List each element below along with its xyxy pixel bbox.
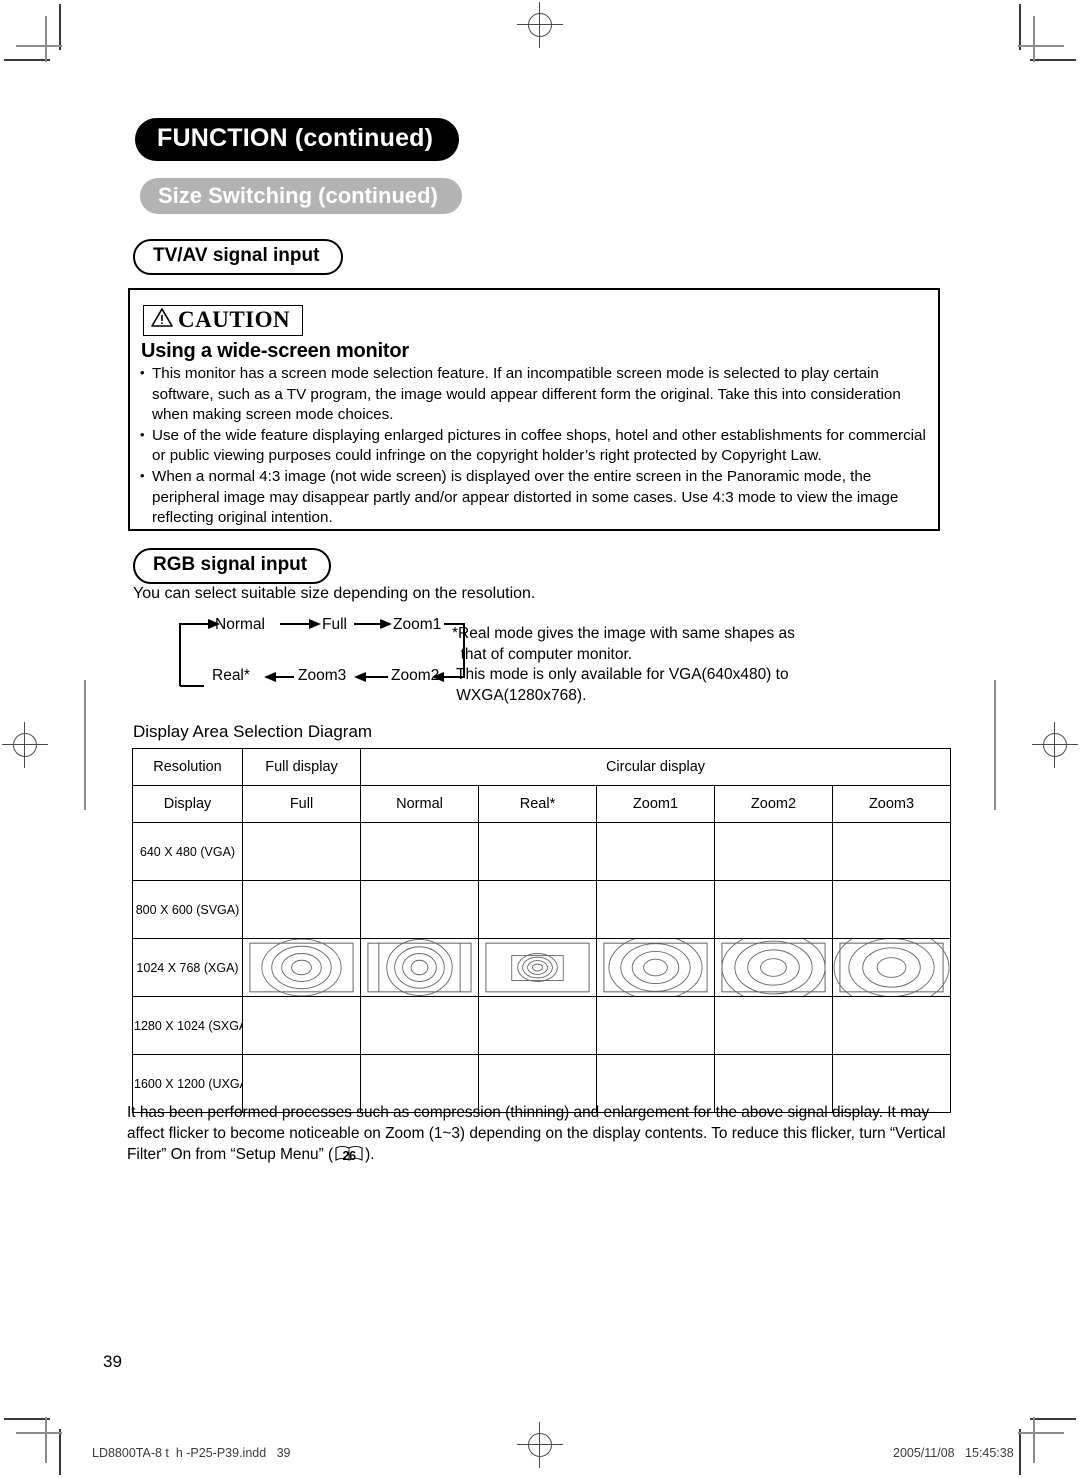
row-label-svga: 800 X 600 (SVGA) xyxy=(132,880,243,939)
display-area-selection-table: Resolution Full display Circular display… xyxy=(132,748,952,1113)
crop-mark-bottom-right-h xyxy=(1030,1418,1076,1420)
crop-mark-top-left-v xyxy=(59,4,61,50)
caution-label-text: CAUTION xyxy=(178,307,291,332)
crop-mark-top-right-inner-v xyxy=(1033,16,1035,62)
crop-mark-top-right-v xyxy=(1019,4,1021,50)
registration-mark-bottom xyxy=(517,1422,563,1468)
cell-real-vga xyxy=(478,822,597,881)
list-item: When a normal 4:3 image (not wide screen… xyxy=(140,466,930,529)
registration-mark-left xyxy=(2,722,48,768)
cell-normal-vga xyxy=(360,822,479,881)
crop-mark-top-left-inner-v xyxy=(45,16,47,62)
flicker-note-part2: ). xyxy=(365,1146,375,1163)
cell-normal-svga xyxy=(360,880,479,939)
cycle-arrows xyxy=(179,619,465,687)
cell-normal-xga xyxy=(360,938,479,997)
cell-zoom1-xga xyxy=(596,938,715,997)
table-header-row-2: Display Full Normal Real* Zoom1 Zoom2 Zo… xyxy=(132,785,952,823)
cell-zoom3-vga xyxy=(831,822,952,881)
crop-mark-bottom-left-v xyxy=(59,1429,61,1475)
crop-mark-bottom-left-inner-v xyxy=(45,1417,47,1463)
size-cycle-diagram: Normal Full Zoom1 Real* Zoom3 Zoom2 xyxy=(176,616,465,694)
cell-real-xga xyxy=(478,938,597,997)
cell-zoom2-sxga xyxy=(714,996,833,1055)
caution-bullet-list: This monitor has a screen mode selection… xyxy=(140,363,930,529)
page-reference-book-icon: 26 xyxy=(334,1145,364,1163)
print-timestamp: 2005/11/08 15:45:38 xyxy=(893,1446,1014,1460)
list-item: This monitor has a screen mode selection… xyxy=(140,363,930,426)
caution-subtitle: Using a wide-screen monitor xyxy=(141,340,409,362)
crop-mark-bottom-left-h xyxy=(4,1418,50,1420)
row-label-xga: 1024 X 768 (XGA) xyxy=(132,938,243,997)
cell-zoom3-xga xyxy=(831,938,952,997)
th-display: Display xyxy=(132,785,243,823)
table-row: 800 X 600 (SVGA) xyxy=(132,880,952,939)
cell-real-svga xyxy=(478,880,597,939)
cell-full-vga xyxy=(242,822,361,881)
crop-mark-top-right-inner-h xyxy=(1018,45,1064,47)
rgb-intro-text: You can select suitable size depending o… xyxy=(133,585,536,602)
table-row: 1280 X 1024 (SXGA) xyxy=(132,996,952,1055)
cell-full-svga xyxy=(242,880,361,939)
table-row: 1024 X 768 (XGA) xyxy=(132,938,952,997)
cell-full-sxga xyxy=(242,996,361,1055)
warning-triangle-icon xyxy=(151,307,173,333)
th-real: Real* xyxy=(478,785,597,823)
cell-zoom1-vga xyxy=(596,822,715,881)
cell-zoom3-sxga xyxy=(831,996,952,1055)
cell-zoom2-xga xyxy=(714,938,833,997)
th-normal: Normal xyxy=(360,785,479,823)
crop-mark-top-left-inner-h xyxy=(16,45,62,47)
flicker-note: It has been performed processes such as … xyxy=(127,1102,957,1165)
cell-zoom1-svga xyxy=(596,880,715,939)
table-header-row-1: Resolution Full display Circular display xyxy=(132,748,952,786)
caution-label: CAUTION xyxy=(143,305,304,336)
real-mode-note: *Real mode gives the image with same sha… xyxy=(452,625,795,704)
section-heading-rgb: RGB signal input xyxy=(133,548,332,584)
print-filename: LD8800TA-8 t h -P25-P39.indd 39 xyxy=(92,1446,291,1460)
cell-zoom2-svga xyxy=(714,880,833,939)
section-heading-tvav: TV/AV signal input xyxy=(133,239,344,275)
page-title: FUNCTION (continued) xyxy=(135,118,460,161)
document-page: FUNCTION (continued) Size Switching (con… xyxy=(0,0,1080,1478)
registration-mark-right xyxy=(1032,722,1078,768)
row-label-vga: 640 X 480 (VGA) xyxy=(132,822,243,881)
cell-real-sxga xyxy=(478,996,597,1055)
cell-zoom3-svga xyxy=(831,880,952,939)
th-zoom1: Zoom1 xyxy=(596,785,715,823)
cell-zoom2-vga xyxy=(714,822,833,881)
th-circular-display: Circular display xyxy=(359,748,952,786)
trim-guide-left xyxy=(84,680,86,810)
crop-mark-bottom-right-inner-h xyxy=(1018,1432,1064,1434)
th-zoom3: Zoom3 xyxy=(831,785,952,823)
th-full-display: Full display xyxy=(242,748,361,786)
table-row: 640 X 480 (VGA) xyxy=(132,822,952,881)
crop-mark-bottom-right-v xyxy=(1019,1429,1021,1475)
table-title: Display Area Selection Diagram xyxy=(133,722,373,741)
row-label-sxga: 1280 X 1024 (SXGA) xyxy=(132,996,251,1055)
th-resolution: Resolution xyxy=(132,748,243,786)
crop-mark-bottom-left-inner-h xyxy=(16,1432,62,1434)
th-zoom2: Zoom2 xyxy=(714,785,833,823)
cell-normal-sxga xyxy=(360,996,479,1055)
cell-full-xga xyxy=(242,938,361,997)
flicker-note-part1: It has been performed processes such as … xyxy=(127,1104,946,1163)
list-item: Use of the wide feature displaying enlar… xyxy=(140,425,930,467)
trim-guide-right xyxy=(994,680,996,810)
registration-mark-top xyxy=(517,2,563,48)
cell-zoom1-sxga xyxy=(596,996,715,1055)
crop-mark-top-right-h xyxy=(1030,59,1076,61)
page-reference-number: 26 xyxy=(342,1149,356,1163)
page-number: 39 xyxy=(103,1352,122,1371)
th-full: Full xyxy=(242,785,361,823)
crop-mark-bottom-right-inner-v xyxy=(1033,1417,1035,1463)
crop-mark-top-left-h xyxy=(4,59,50,61)
page-subtitle: Size Switching (continued) xyxy=(140,178,462,215)
